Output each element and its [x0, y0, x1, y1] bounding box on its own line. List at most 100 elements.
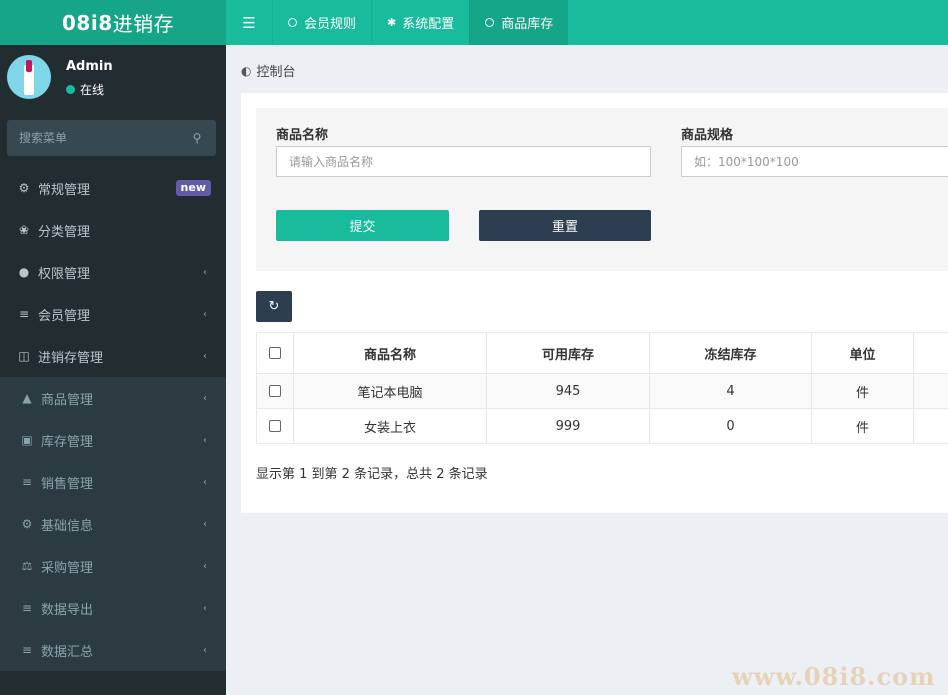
leaf-icon: ❀ — [18, 223, 30, 237]
sidebar-item-product[interactable]: ▲ 商品管理 ‹ — [0, 377, 226, 419]
chevron-left-icon: ‹ — [203, 644, 207, 656]
sidebar-item-inventory[interactable]: ◫ 进销存管理 ‹ — [0, 335, 226, 377]
cell-extra — [913, 408, 948, 444]
tab-label: 会员规则 — [304, 17, 357, 32]
sidebar-item-label: 权限管理 — [38, 266, 91, 282]
shopping-bag-icon: ▲ — [22, 391, 32, 405]
archive-icon: ▣ — [21, 433, 33, 447]
user-panel: Admin 在线 — [0, 45, 226, 110]
list-icon: ≡ — [18, 307, 30, 321]
select-all-checkbox[interactable] — [269, 347, 281, 359]
product-name-input[interactable] — [276, 146, 651, 177]
inventory-table: 商品名称 可用库存 冻结库存 单位 笔记本电脑 945 4 件 女装上衣 999… — [256, 332, 948, 444]
row-select-cell — [256, 373, 294, 409]
dashboard-icon: ◐ — [241, 63, 252, 78]
file-icon: ◫ — [18, 349, 30, 363]
table-row[interactable]: 女装上衣 999 0 件 — [256, 408, 948, 444]
sidebar-item-label: 销售管理 — [41, 476, 94, 492]
top-header: 08i8 进销存 ☰ 会员规则 ✱ 系统配置 商品库存 — [0, 0, 948, 45]
sidebar-item-permission[interactable]: ● 权限管理 ‹ — [0, 251, 226, 293]
col-extra — [913, 332, 948, 374]
cell-frozen-stock: 4 — [649, 373, 812, 409]
sidebar-item-label: 采购管理 — [41, 560, 94, 576]
sidebar-item-label: 会员管理 — [38, 308, 91, 324]
sidebar-item-member[interactable]: ≡ 会员管理 ‹ — [0, 293, 226, 335]
gears-icon: ⚙ — [21, 517, 33, 531]
sidebar-item-label: 库存管理 — [41, 434, 94, 450]
tab-label: 系统配置 — [402, 17, 455, 32]
app-logo[interactable]: 08i8 进销存 — [0, 0, 226, 45]
menu-search: ⚲ — [7, 120, 216, 156]
user-status: 在线 — [66, 81, 104, 98]
search-icon[interactable]: ⚲ — [190, 131, 204, 145]
refresh-icon: ↻ — [268, 299, 280, 314]
sidebar-item-purchase[interactable]: ⚖ 采购管理 ‹ — [0, 545, 226, 587]
chevron-left-icon: ‹ — [203, 392, 207, 404]
sidebar-item-export[interactable]: ≡ 数据导出 ‹ — [0, 587, 226, 629]
sidebar-item-label: 常规管理 — [38, 182, 91, 198]
avatar[interactable] — [7, 55, 51, 99]
sidebar-item-category[interactable]: ❀ 分类管理 — [0, 209, 226, 251]
sidebar-item-general[interactable]: ⚙ 常规管理 new — [0, 167, 226, 209]
chevron-down-icon: ‹ — [203, 350, 207, 362]
sidebar: Admin 在线 ⚲ ⚙ 常规管理 new ❀ 分类管理 ● 权限管理 ‹ ≡ … — [0, 45, 226, 695]
cell-available-stock: 999 — [486, 408, 650, 444]
logo-suffix: 进销存 — [112, 12, 175, 36]
chevron-left-icon: ‹ — [203, 602, 207, 614]
sidebar-toggle-button[interactable]: ☰ — [226, 0, 272, 45]
gear-icon: ✱ — [387, 16, 397, 29]
sidebar-item-label: 数据导出 — [41, 602, 94, 618]
sidebar-item-label: 进销存管理 — [38, 350, 104, 366]
tab-product-inventory[interactable]: 商品库存 — [469, 0, 569, 45]
chevron-left-icon: ‹ — [203, 560, 207, 572]
submit-button[interactable]: 提交 — [276, 210, 449, 241]
row-checkbox[interactable] — [269, 420, 281, 432]
cell-available-stock: 945 — [486, 373, 650, 409]
sidebar-item-stock[interactable]: ▣ 库存管理 ‹ — [0, 419, 226, 461]
users-icon: ● — [18, 265, 30, 279]
new-badge: new — [175, 180, 211, 196]
sidebar-item-label: 分类管理 — [38, 224, 91, 240]
table-row[interactable]: 笔记本电脑 945 4 件 — [256, 373, 948, 409]
circle-icon — [485, 18, 495, 27]
tab-member-rules[interactable]: 会员规则 — [272, 0, 371, 45]
list-icon: ≡ — [21, 475, 33, 489]
col-available-stock[interactable]: 可用库存 — [486, 332, 650, 374]
chevron-left-icon: ‹ — [203, 518, 207, 530]
sidebar-item-label: 基础信息 — [41, 518, 94, 534]
main-content: ◐ 控制台 商品名称 商品规格 提交 重置 ↻ 商品名称 可用库存 冻结库存 单… — [226, 45, 948, 695]
chevron-left-icon: ‹ — [203, 476, 207, 488]
table-header-row: 商品名称 可用库存 冻结库存 单位 — [256, 332, 948, 374]
tab-system-config[interactable]: ✱ 系统配置 — [371, 0, 469, 45]
row-checkbox[interactable] — [269, 385, 281, 397]
refresh-button[interactable]: ↻ — [256, 291, 292, 322]
content-panel: 商品名称 商品规格 提交 重置 ↻ 商品名称 可用库存 冻结库存 单位 — [241, 93, 948, 513]
search-form: 商品名称 商品规格 提交 重置 — [256, 108, 948, 271]
sidebar-item-basic-info[interactable]: ⚙ 基础信息 ‹ — [0, 503, 226, 545]
sidebar-item-summary[interactable]: ≡ 数据汇总 ‹ — [0, 629, 226, 671]
balance-scale-icon: ⚖ — [21, 559, 33, 573]
gears-icon: ⚙ — [18, 181, 30, 195]
tab-label: 商品库存 — [501, 17, 554, 32]
cell-unit: 件 — [811, 373, 914, 409]
menu-search-input[interactable] — [19, 131, 190, 145]
chevron-left-icon: ‹ — [203, 308, 207, 320]
product-spec-input[interactable] — [681, 146, 948, 177]
col-unit[interactable]: 单位 — [811, 332, 914, 374]
sidebar-item-label: 商品管理 — [41, 392, 94, 408]
cell-product-name: 笔记本电脑 — [293, 373, 487, 409]
breadcrumb-label[interactable]: 控制台 — [256, 61, 295, 80]
col-frozen-stock[interactable]: 冻结库存 — [649, 332, 812, 374]
reset-button[interactable]: 重置 — [479, 210, 651, 241]
product-spec-label: 商品规格 — [681, 128, 734, 143]
col-product-name[interactable]: 商品名称 — [293, 332, 487, 374]
list-icon: ≡ — [21, 601, 33, 615]
chevron-left-icon: ‹ — [203, 434, 207, 446]
user-name: Admin — [66, 59, 113, 74]
cell-unit: 件 — [811, 408, 914, 444]
cell-frozen-stock: 0 — [649, 408, 812, 444]
sidebar-item-sales[interactable]: ≡ 销售管理 ‹ — [0, 461, 226, 503]
product-name-label: 商品名称 — [276, 128, 329, 143]
online-dot-icon — [66, 85, 75, 94]
sidebar-item-label: 数据汇总 — [41, 644, 94, 660]
